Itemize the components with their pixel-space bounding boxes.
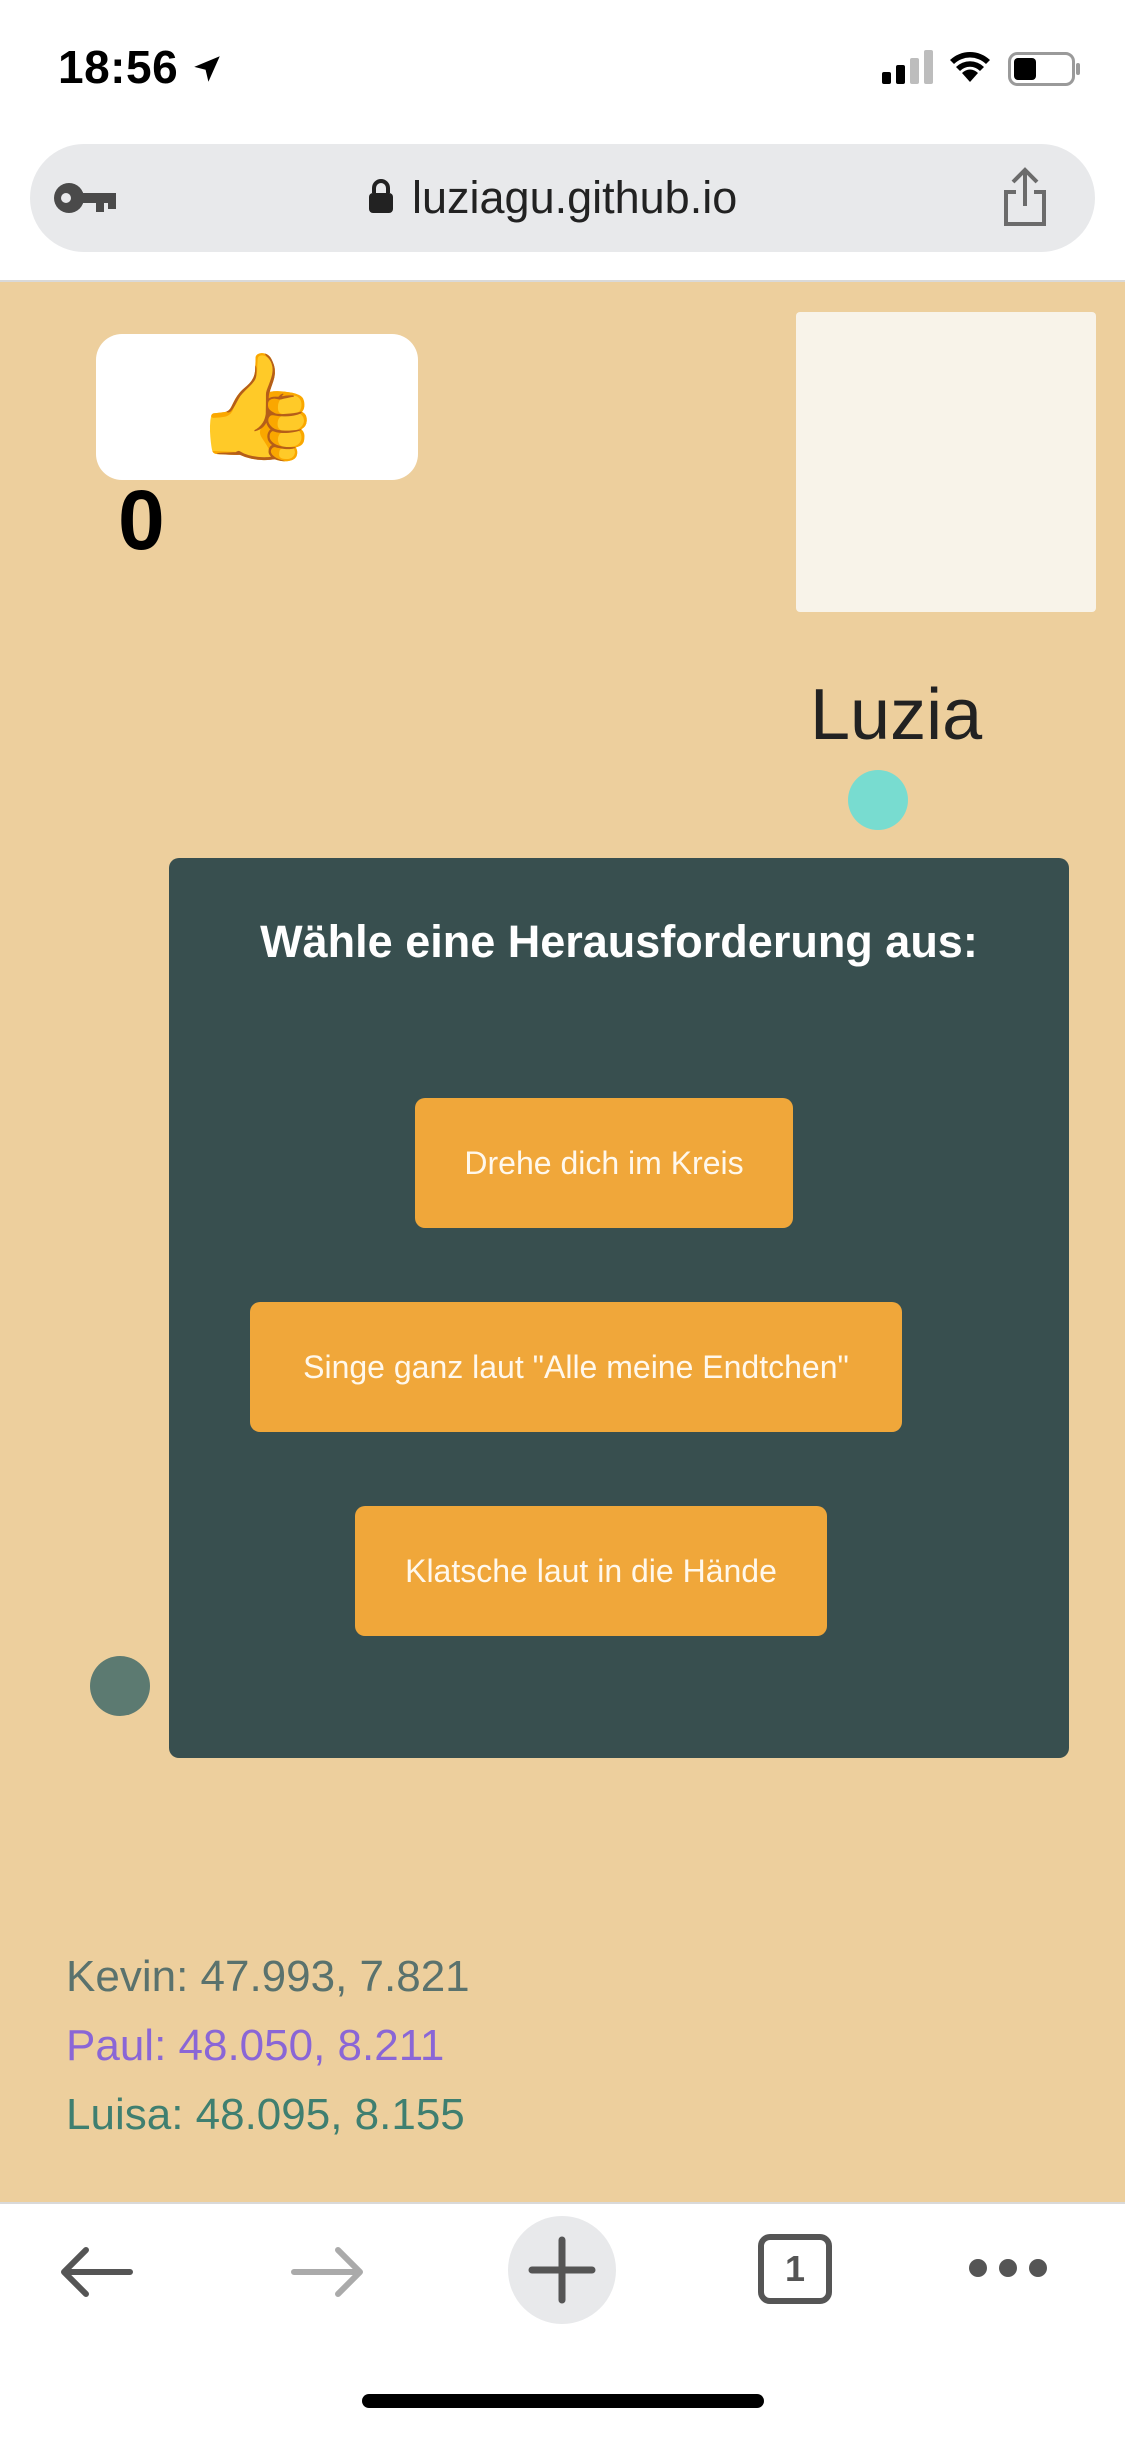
cellular-signal-icon — [882, 50, 933, 84]
coordinate-item: Paul: 48.050, 8.211 — [66, 2021, 445, 2070]
status-bar: 18:56 — [0, 0, 1125, 140]
share-icon[interactable] — [1000, 166, 1050, 228]
coordinate-item: Kevin: 47.993, 7.821 — [66, 1952, 470, 2001]
address-bar[interactable]: luziagu.github.io — [30, 144, 1095, 252]
challenge-option-button[interactable]: Singe ganz laut "Alle meine Endtchen" — [250, 1302, 902, 1432]
more-options-icon[interactable] — [966, 2256, 1050, 2280]
challenge-panel: Wähle eine Herausforderung aus: Drehe di… — [169, 858, 1069, 1758]
lock-icon — [369, 179, 393, 213]
forward-arrow-icon[interactable] — [288, 2244, 368, 2300]
key-icon[interactable] — [52, 180, 118, 216]
wifi-icon — [950, 52, 990, 82]
plus-icon — [528, 2236, 596, 2304]
url-text[interactable]: luziagu.github.io — [412, 172, 737, 224]
page-content: 👍 0 Luzia Wähle eine Herausforderung aus… — [0, 282, 1125, 2202]
player-marker-dot — [848, 770, 908, 830]
status-time: 18:56 — [58, 41, 179, 93]
location-arrow-icon — [194, 56, 220, 82]
coordinates-list: Kevin: 47.993, 7.821 Paul: 48.050, 8.211… — [66, 1942, 470, 2149]
challenge-option-button[interactable]: Drehe dich im Kreis — [415, 1098, 793, 1228]
battery-icon — [1008, 52, 1080, 86]
tabs-button[interactable]: 1 — [758, 2234, 832, 2304]
home-indicator[interactable] — [362, 2394, 764, 2408]
like-button[interactable]: 👍 — [96, 334, 418, 480]
player-marker-dot — [90, 1656, 150, 1716]
new-tab-button[interactable] — [508, 2216, 616, 2324]
coordinate-item: Luisa: 48.095, 8.155 — [66, 2090, 465, 2139]
challenge-option-button[interactable]: Klatsche laut in die Hände — [355, 1506, 827, 1636]
challenge-title: Wähle eine Herausforderung aus: — [260, 916, 978, 967]
video-preview — [796, 312, 1096, 612]
like-count: 0 — [118, 473, 165, 567]
player-name: Luzia — [810, 675, 983, 755]
back-arrow-icon[interactable] — [56, 2244, 136, 2300]
